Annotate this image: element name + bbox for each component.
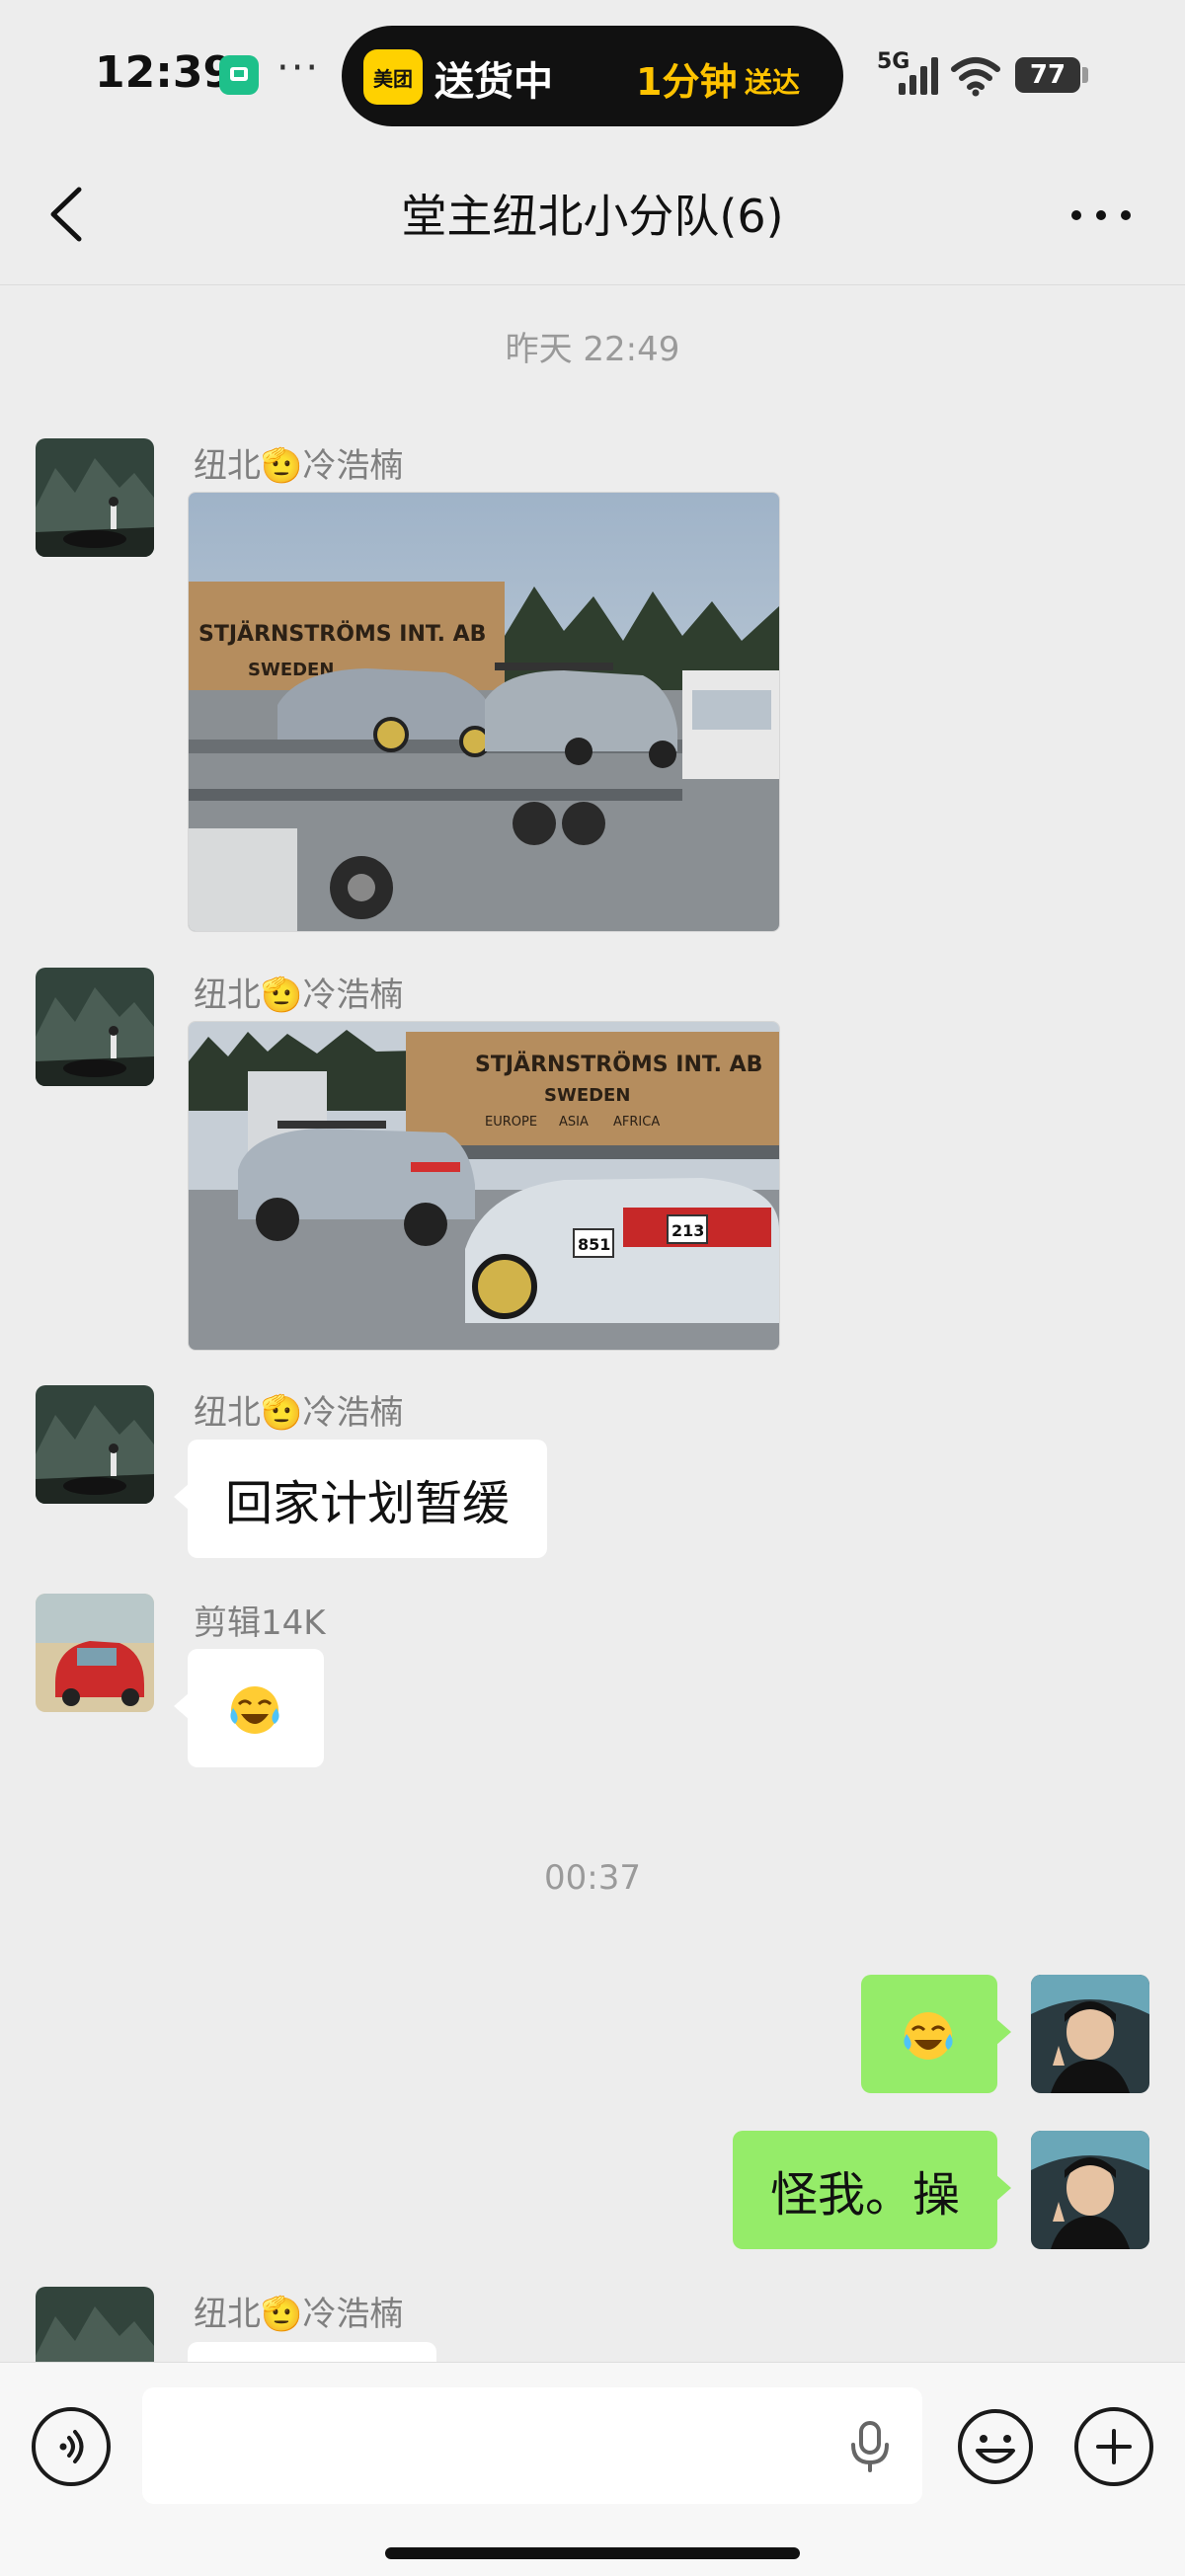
sender-name: 纽北🫡冷浩楠 xyxy=(194,1393,404,1433)
home-indicator xyxy=(385,2547,800,2559)
avatar-sender-1[interactable] xyxy=(36,968,154,1086)
avatar-sender-1[interactable] xyxy=(36,438,154,557)
signal-icon xyxy=(899,57,938,95)
battery-icon: 77 xyxy=(1015,57,1080,93)
delivery-status-text: 送货中 xyxy=(434,59,553,105)
laugh-cry-emoji xyxy=(904,2012,953,2060)
battery-percentage: 77 xyxy=(1029,60,1066,90)
message-bubble-outgoing[interactable]: 怪我。操 xyxy=(732,2131,1012,2249)
photo2-trailer-text: STJÄRNSTRÖMS INT. AB xyxy=(475,1052,762,1077)
mic-icon[interactable] xyxy=(845,2419,895,2474)
delivery-eta: 1分钟 xyxy=(636,60,738,104)
sender-name: 纽北🫡冷浩楠 xyxy=(194,446,404,486)
avatar-sender-2[interactable] xyxy=(36,1594,154,1712)
laugh-cry-emoji xyxy=(230,1686,279,1734)
photo2-car-number-1: 851 xyxy=(578,1235,610,1254)
message-bubble-outgoing-emoji[interactable] xyxy=(861,1975,1011,2093)
photo-message-car-transporter[interactable]: STJÄRNSTRÖMS INT. AB SWEDEN xyxy=(188,492,780,932)
delivery-eta-suffix: 送达 xyxy=(745,66,801,99)
plus-button[interactable] xyxy=(1074,2407,1153,2486)
sender-name: 剪辑14K xyxy=(194,1603,326,1643)
message-input[interactable] xyxy=(142,2387,922,2504)
photo2-trailer-region-1: EUROPE xyxy=(485,1115,537,1130)
avatar-sender-1[interactable] xyxy=(36,1385,154,1504)
photo2-car-number-2: 213 xyxy=(672,1221,704,1240)
message-bubble-incoming[interactable]: 回家计划暂缓 xyxy=(173,1440,548,1558)
sender-name: 纽北🫡冷浩楠 xyxy=(194,2295,404,2334)
voice-input-button[interactable] xyxy=(32,2407,111,2486)
time-separator: 昨天 22:49 xyxy=(505,330,680,369)
photo2-trailer-region-3: AFRICA xyxy=(613,1115,660,1130)
photo2-trailer-region-2: ASIA xyxy=(559,1115,589,1130)
emoji-button[interactable] xyxy=(956,2407,1035,2486)
app-notification-icon xyxy=(219,55,259,95)
time-separator: 00:37 xyxy=(544,1858,641,1898)
meituan-logo-icon: 美团 xyxy=(363,49,423,105)
avatar-self[interactable] xyxy=(1031,1975,1149,2093)
wifi-icon xyxy=(951,57,1000,97)
more-notifications-icon: ··· xyxy=(276,45,321,91)
photo1-trailer-text: STJÄRNSTRÖMS INT. AB xyxy=(198,621,486,647)
sender-name: 纽北🫡冷浩楠 xyxy=(194,976,404,1015)
chat-title: 堂主纽北小分队(6) xyxy=(401,190,784,243)
header-divider xyxy=(0,284,1185,285)
voice-icon xyxy=(59,2430,84,2463)
status-time: 12:39 xyxy=(95,47,234,98)
photo2-trailer-country: SWEDEN xyxy=(544,1085,630,1106)
more-options-button[interactable] xyxy=(1066,195,1136,235)
avatar-self[interactable] xyxy=(1031,2131,1149,2249)
photo-message-rally-cars[interactable]: STJÄRNSTRÖMS INT. AB SWEDEN EUROPE ASIA … xyxy=(188,1021,780,1351)
message-bubble-incoming-emoji[interactable] xyxy=(174,1649,324,1767)
plus-icon xyxy=(1096,2429,1132,2464)
battery-nub xyxy=(1082,67,1088,83)
